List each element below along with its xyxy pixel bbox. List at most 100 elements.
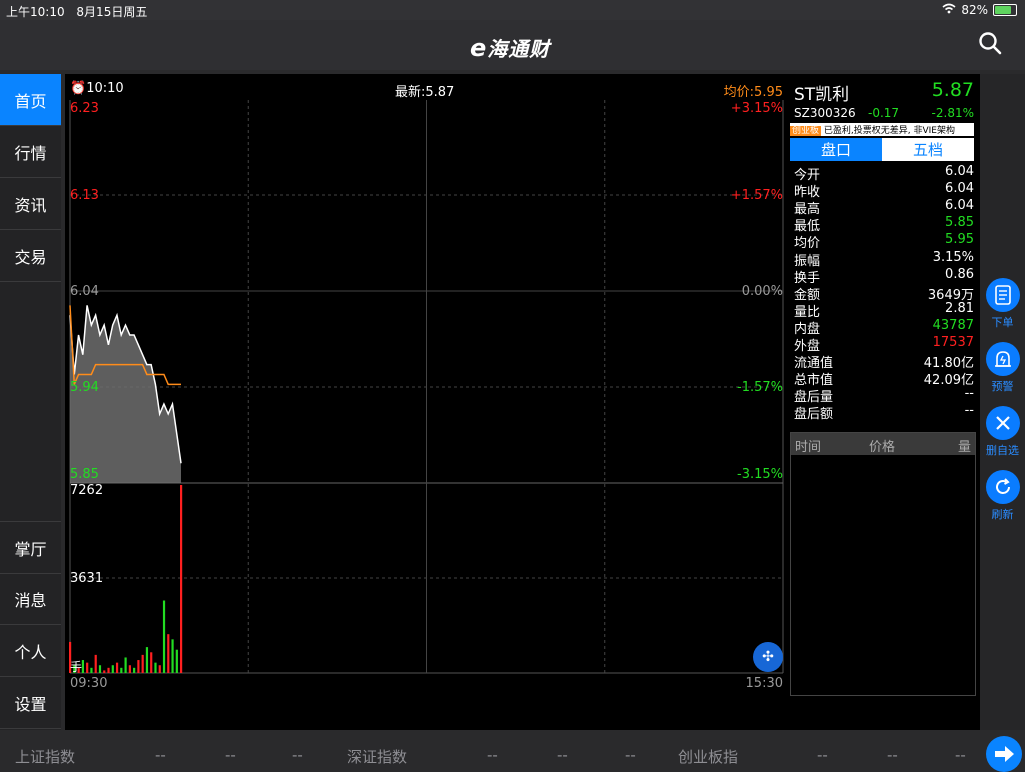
quote-value: 43787: [932, 317, 974, 333]
quote-row: 量比 2.81: [794, 301, 974, 320]
sidebar-item-hall[interactable]: 掌厅: [0, 521, 61, 574]
sidebar-item-home[interactable]: 首页: [0, 74, 61, 126]
tab-pankou[interactable]: 盘口: [790, 138, 882, 161]
intraday-chart[interactable]: ⏰10:10 最新:5.87 均价:5.95 6.23 6.13 6.04 5.…: [65, 74, 788, 730]
clock-icon: ⏰: [70, 81, 87, 96]
quote-row: 均价 5.95: [794, 232, 974, 251]
volume-bar: [120, 667, 123, 673]
price-label-bottom: 5.85: [70, 467, 99, 482]
tab-wudang[interactable]: 五档: [882, 138, 974, 161]
volume-bar: [90, 667, 93, 673]
stock-change: -0.17: [868, 106, 900, 120]
time-label-end: 15:30: [745, 676, 783, 691]
volume-bar: [137, 660, 140, 673]
price-label-top: 6.23: [70, 101, 99, 116]
pct-label-4: -1.57%: [737, 380, 783, 395]
volume-bar: [154, 662, 157, 673]
volume-bar: [150, 652, 153, 673]
sidebar: 首页 行情 资讯 交易 掌厅 消息 个人 设置: [0, 74, 61, 730]
remove-watchlist-button[interactable]: 删自选: [980, 406, 1025, 458]
order-button[interactable]: 下单: [980, 278, 1025, 330]
price-label-2: 6.13: [70, 188, 99, 203]
volume-label-max: 7262: [70, 483, 104, 498]
stock-name: ST凯利: [794, 85, 850, 105]
quote-row: 最低 5.85: [794, 215, 974, 234]
sidebar-item-profile[interactable]: 个人: [0, 625, 61, 677]
sidebar-item-settings[interactable]: 设置: [0, 677, 61, 729]
quote-value: 5.95: [945, 232, 974, 248]
volume-unit: 手: [70, 660, 83, 674]
quote-value: 0.86: [945, 266, 974, 282]
pct-label-bottom: -3.15%: [737, 467, 783, 482]
volume-label-mid: 3631: [70, 571, 104, 586]
quote-row: 最高 6.04: [794, 198, 974, 217]
quote-list: 今开 6.04 昨收 6.04 最高 6.04 最低 5.85 均价 5.95 振幅 3.15% 换手 0…: [788, 164, 974, 422]
trade-detail-box: 时间 价格 量: [790, 432, 976, 696]
quote-row: 内盘 43787: [794, 317, 974, 337]
quote-value: --: [964, 386, 974, 402]
stock-price: 5.87: [931, 79, 974, 101]
quote-row: 昨收 6.04: [794, 181, 974, 200]
refresh-button[interactable]: 刷新: [980, 470, 1025, 522]
sidebar-item-trade[interactable]: 交易: [0, 230, 61, 282]
pct-label-mid: 0.00%: [741, 284, 783, 299]
stock-code: SZ300326: [794, 106, 856, 120]
time-label-start: 09:30: [70, 676, 108, 691]
sidebar-item-market[interactable]: 行情: [0, 126, 61, 178]
index-sh-label[interactable]: 上证指数: [15, 746, 75, 767]
sidebar-item-messages[interactable]: 消息: [0, 573, 61, 625]
index-sz-label[interactable]: 深证指数: [347, 746, 407, 767]
alert-button[interactable]: 预警: [980, 342, 1025, 394]
next-arrow-button[interactable]: [986, 736, 1022, 772]
stock-note: 已盈利,投票权无差异, 非VIE架构: [823, 126, 955, 136]
quote-value: 17537: [932, 335, 974, 350]
volume-bar: [158, 665, 161, 673]
search-icon[interactable]: [977, 30, 1005, 58]
quote-value: --: [964, 403, 974, 419]
index-cy-label[interactable]: 创业板指: [678, 746, 738, 767]
latest-price-label: 最新:5.87: [395, 85, 455, 100]
board-tag: 创业板: [790, 126, 822, 136]
clock-time: ⏰10:10: [70, 81, 124, 96]
status-time: 上午10:10: [6, 5, 65, 19]
volume-bar: [167, 634, 170, 673]
volume-bar: [128, 665, 131, 673]
volume-bar: [171, 639, 174, 673]
volume-bar: [124, 657, 127, 673]
collapse-arrows-icon: ✣: [762, 649, 774, 665]
quote-value: 6.04: [945, 164, 974, 179]
quote-row: 金额 3649万: [794, 284, 974, 303]
quote-row: 换手 0.86: [794, 266, 974, 286]
stock-change-pct: -2.81%: [931, 106, 974, 120]
close-icon: [985, 406, 1020, 440]
volume-bar: [86, 662, 89, 673]
volume-bar: [175, 649, 178, 673]
battery-percent: 82%: [961, 3, 988, 17]
volume-bar: [107, 667, 110, 673]
volume-bar: [98, 665, 102, 673]
quote-row: 盘后量 --: [794, 386, 974, 405]
quote-value: 3.15%: [932, 249, 974, 265]
quote-key: 盘后额: [794, 407, 834, 423]
alarm-icon: [985, 342, 1020, 376]
refresh-icon: [985, 470, 1020, 504]
quote-row: 外盘 17537: [794, 335, 974, 354]
index-ticker-bar: 上证指数 -- -- -- 深证指数 -- -- -- 创业板指 -- -- -…: [0, 734, 1025, 772]
quote-value: 6.04: [945, 181, 974, 197]
stock-info-panel: ST凯利 5.87 SZ300326 -0.17 -2.81% 创业板 已盈利,…: [788, 74, 980, 730]
collapse-chart-button[interactable]: ✣: [753, 642, 783, 672]
volume-bar: [141, 654, 144, 673]
sidebar-item-news[interactable]: 资讯: [0, 178, 61, 230]
volume-bar: [103, 670, 106, 673]
volume-bar: [94, 654, 97, 673]
volume-bar: [111, 665, 114, 673]
status-bar: 上午10:10 8月15日周五 82%: [0, 0, 1025, 20]
volume-bar: [145, 647, 149, 673]
quote-row: 总市值 42.09亿: [794, 369, 974, 388]
quote-row: 盘后额 --: [794, 403, 974, 423]
app-logo: e海通财: [470, 34, 551, 62]
quote-row: 流通值 41.80亿: [794, 352, 974, 371]
action-buttons: 下单 预警 删自选 刷新: [980, 74, 1025, 730]
volume-bar: [115, 662, 119, 673]
chart-svg: [69, 100, 784, 674]
